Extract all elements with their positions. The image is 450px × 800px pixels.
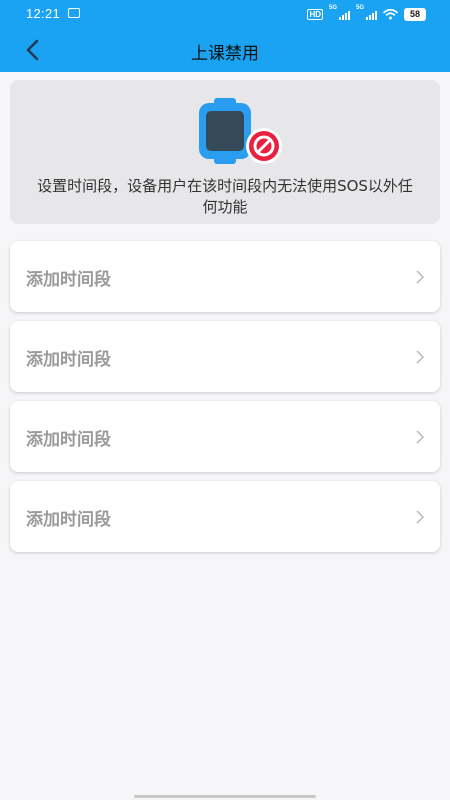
status-bar: 12:21 HD 5G 5G 58	[0, 0, 450, 28]
app-notification-icon	[68, 8, 80, 18]
wifi-icon	[383, 8, 398, 20]
signal-label: 5G	[329, 5, 338, 11]
chevron-right-icon	[416, 350, 424, 364]
home-indicator[interactable]	[134, 795, 316, 798]
add-time-slot-button[interactable]: 添加时间段	[10, 481, 440, 552]
signal-icon: 5G	[356, 5, 377, 20]
banner-description: 设置时间段，设备用户在该时间段内无法使用SOS以外任何功能	[37, 177, 413, 216]
page-title: 上课禁用	[191, 44, 259, 64]
nav-bar: 上课禁用	[0, 28, 450, 72]
info-banner: 设置时间段，设备用户在该时间段内无法使用SOS以外任何功能	[10, 80, 440, 224]
hd-icon: HD	[307, 8, 323, 20]
status-time: 12:21	[26, 6, 61, 21]
add-time-slot-button[interactable]: 添加时间段	[10, 401, 440, 472]
chevron-right-icon	[416, 510, 424, 524]
time-slot-list: 添加时间段 添加时间段 添加时间段 添加时间段	[10, 241, 440, 561]
slot-label: 添加时间段	[26, 350, 111, 370]
status-indicators: HD 5G 5G 58	[307, 5, 426, 22]
add-time-slot-button[interactable]: 添加时间段	[10, 321, 440, 392]
slot-label: 添加时间段	[26, 510, 111, 530]
slot-label: 添加时间段	[26, 430, 111, 450]
signal-label: 5G	[356, 5, 365, 11]
battery-icon: 58	[404, 7, 426, 21]
chevron-right-icon	[416, 430, 424, 444]
signal-icon: 5G	[329, 5, 350, 20]
watch-disabled-icon	[199, 98, 282, 164]
slot-label: 添加时间段	[26, 270, 111, 290]
chevron-right-icon	[416, 270, 424, 284]
add-time-slot-button[interactable]: 添加时间段	[10, 241, 440, 312]
